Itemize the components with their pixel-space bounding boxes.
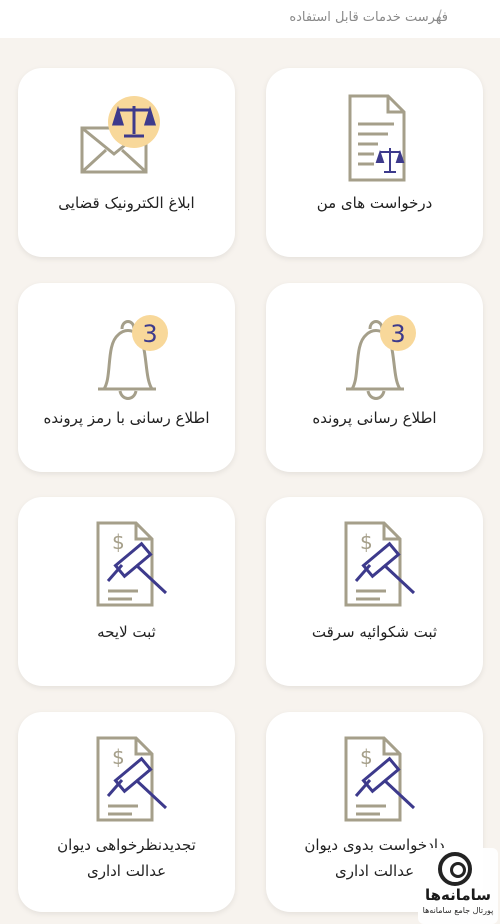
my-requests-card[interactable]: درخواست های من: [266, 68, 483, 257]
bill-card[interactable]: $ ثبت لایحه: [18, 497, 235, 686]
envelope-scales-icon: [80, 96, 160, 174]
case-notify-pass-label: اطلاع رسانی با رمز پرونده: [43, 409, 210, 427]
document-gavel-icon: $: [96, 736, 167, 822]
case-notify-card[interactable]: 3 اطلاع رسانی پرونده: [266, 283, 483, 472]
badge-count: 3: [142, 320, 157, 348]
document-gavel-icon: $: [344, 736, 415, 822]
watermark-logo: سامانه‌ها پورتال جامع سامانه‌ها: [418, 848, 498, 924]
case-notify-pass-card[interactable]: 3 اطلاع رسانی با رمز پرونده: [18, 283, 235, 472]
my-requests-label: درخواست های من: [316, 194, 433, 212]
svg-text:$: $: [112, 530, 125, 554]
e-notice-label: ابلاغ الکترونیک قضایی: [58, 194, 195, 212]
theft-complaint-label: ثبت شکوائیه سرقت: [311, 623, 438, 641]
bell-badge-icon: 3: [97, 315, 168, 400]
document-gavel-icon: $: [96, 521, 167, 607]
breadcrumb[interactable]: فهرست خدمات قابل استفاده: [289, 10, 448, 25]
bell-badge-icon: 3: [345, 315, 416, 400]
svg-text:$: $: [360, 530, 373, 554]
e-notice-card[interactable]: ابلاغ الکترونیک قضایی: [18, 68, 235, 257]
court-review-label: تجدیدنظرخواهی دیوان عدالت اداری: [26, 832, 227, 884]
document-gavel-icon: $: [344, 521, 415, 607]
bill-label: ثبت لایحه: [97, 623, 156, 641]
theft-complaint-card[interactable]: $ ثبت شکوائیه سرقت: [266, 497, 483, 686]
logo-title: سامانه‌ها: [424, 886, 492, 904]
svg-text:$: $: [112, 745, 125, 769]
court-review-card[interactable]: $ تجدیدنظرخواهی دیوان عدالت اداری: [18, 712, 235, 912]
logo-icon: [438, 852, 472, 886]
svg-text:$: $: [360, 745, 373, 769]
court-review-line2: عدالت اداری: [86, 862, 167, 880]
case-notify-label: اطلاع رسانی پرونده: [312, 409, 437, 427]
logo-subtitle: پورتال جامع سامانه‌ها: [422, 906, 494, 915]
badge-count: 3: [390, 320, 405, 348]
top-bar: / فهرست خدمات قابل استفاده: [0, 0, 500, 38]
court-review-line1: تجدیدنظرخواهی دیوان: [57, 836, 196, 854]
document-scales-icon: [348, 94, 405, 182]
